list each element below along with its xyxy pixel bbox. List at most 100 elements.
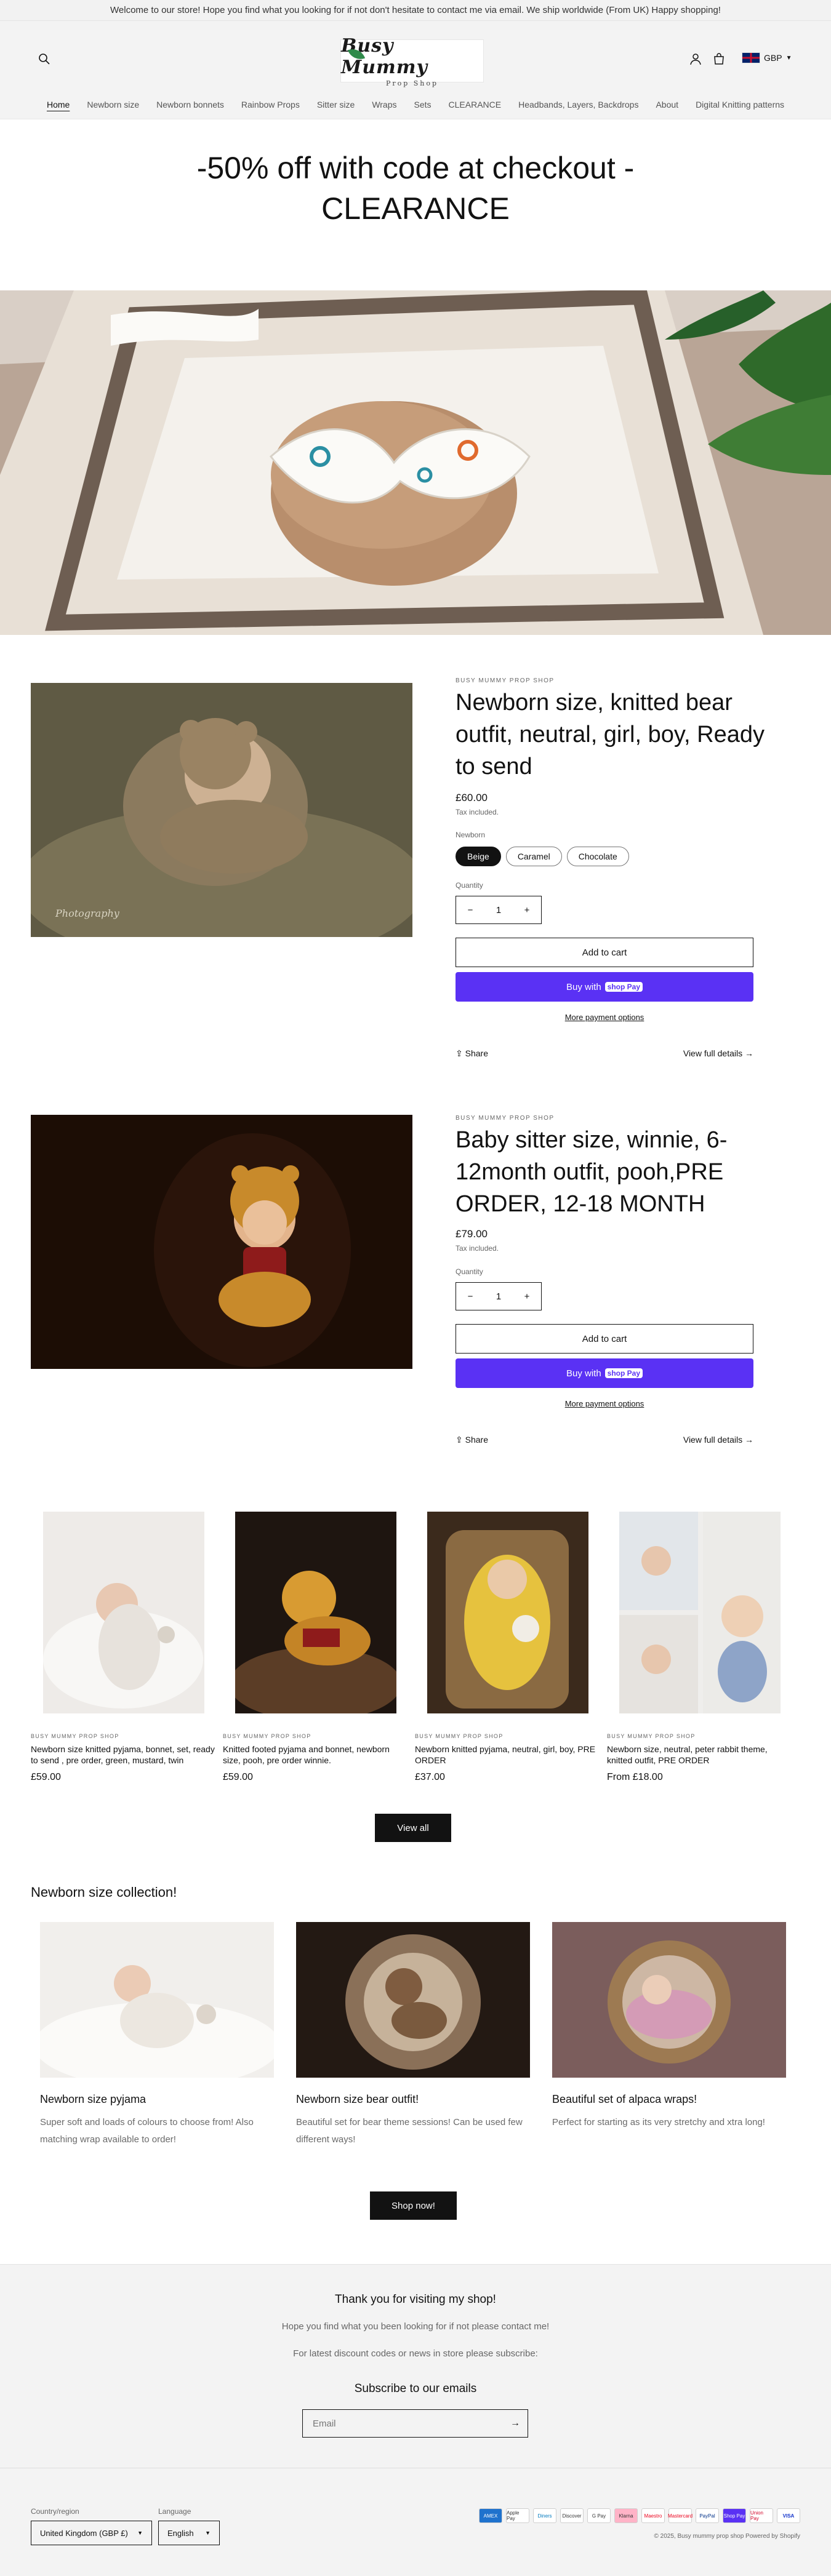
arrow-right-icon[interactable]: → bbox=[503, 2418, 528, 2429]
product-2-image[interactable] bbox=[31, 1115, 412, 1369]
klarna-icon: Klarna bbox=[614, 2508, 638, 2523]
email-input[interactable] bbox=[303, 2410, 503, 2437]
site-logo[interactable]: Busy Mummy Prop Shop bbox=[340, 35, 484, 87]
payment-icons: AMEX Apple Pay Diners Discover G Pay Kla… bbox=[440, 2508, 800, 2523]
chevron-down-icon: ▼ bbox=[137, 2530, 143, 2536]
nav-item-clearance[interactable]: CLEARANCE bbox=[440, 98, 510, 114]
product-1-vendor: BUSY MUMMY PROP SHOP bbox=[456, 677, 555, 684]
language-selector[interactable]: English ▼ bbox=[158, 2521, 220, 2545]
product-2-more-payment-link[interactable]: More payment options bbox=[456, 1399, 753, 1408]
view-all-button[interactable]: View all bbox=[375, 1814, 451, 1842]
buy-with-label: Buy with bbox=[566, 981, 601, 992]
maestro-icon: Maestro bbox=[641, 2508, 665, 2523]
product-2-quantity-value[interactable]: 1 bbox=[484, 1291, 513, 1302]
thanks-title: Thank you for visiting my shop! bbox=[335, 2293, 496, 2306]
grid-card-4-title[interactable]: Newborn size, neutral, peter rabbit them… bbox=[607, 1744, 792, 1766]
collection-3-title[interactable]: Beautiful set of alpaca wraps! bbox=[552, 2093, 697, 2106]
svg-text:Photography: Photography bbox=[55, 907, 120, 919]
option-chocolate[interactable]: Chocolate bbox=[566, 847, 629, 866]
plus-icon[interactable]: + bbox=[513, 905, 541, 915]
discover-icon: Discover bbox=[560, 2508, 584, 2523]
cart-icon[interactable] bbox=[712, 52, 726, 66]
product-1-view-details-link[interactable]: View full details → bbox=[683, 1048, 753, 1059]
product-1-share-button[interactable]: ⇪ Share bbox=[456, 1048, 488, 1059]
product-2-title: Baby sitter size, winnie, 6-12month outf… bbox=[456, 1127, 728, 1217]
product-1-quantity-value[interactable]: 1 bbox=[484, 905, 513, 915]
collection-2-title[interactable]: Newborn size bear outfit! bbox=[296, 2093, 419, 2106]
logo-sub: Prop Shop bbox=[385, 79, 439, 87]
account-icon[interactable] bbox=[688, 52, 703, 66]
nav-item-newborn-size[interactable]: Newborn size bbox=[78, 98, 148, 114]
announcement-bar: Welcome to our store! Hope you find what… bbox=[0, 0, 831, 21]
product-1-add-to-cart-button[interactable]: Add to cart bbox=[456, 938, 753, 967]
currency-selector[interactable]: GBP ▼ bbox=[742, 52, 792, 63]
option-beige[interactable]: Beige bbox=[456, 847, 501, 866]
product-2-price: £79.00 bbox=[456, 1228, 488, 1240]
product-2-tax: Tax included. bbox=[456, 1244, 499, 1253]
nav-item-home[interactable]: Home bbox=[38, 98, 78, 114]
product-2-view-details-link[interactable]: View full details → bbox=[683, 1435, 753, 1445]
option-caramel[interactable]: Caramel bbox=[505, 847, 562, 866]
grid-card-4-image[interactable] bbox=[619, 1512, 781, 1713]
language-label: Language bbox=[158, 2507, 191, 2516]
collection-3-image[interactable] bbox=[552, 1922, 786, 2078]
collection-heading: Newborn size collection! bbox=[31, 1884, 177, 1900]
thanks-line-2: For latest discount codes or news in sto… bbox=[293, 2348, 538, 2359]
product-1-image[interactable]: Photography bbox=[31, 683, 412, 937]
uk-flag-icon bbox=[742, 52, 760, 63]
product-2-quantity-label: Quantity bbox=[456, 1267, 483, 1276]
search-icon[interactable] bbox=[37, 52, 52, 66]
product-2-shop-pay-button[interactable]: Buy with shop Pay bbox=[456, 1358, 753, 1388]
view-details-label: View full details bbox=[683, 1435, 743, 1445]
grid-card-1-price: £59.00 bbox=[31, 1772, 61, 1782]
share-icon: ⇪ bbox=[456, 1435, 465, 1445]
plus-icon[interactable]: + bbox=[513, 1291, 541, 1302]
grid-card-1-image[interactable] bbox=[43, 1512, 204, 1713]
product-2-quantity-stepper[interactable]: − 1 + bbox=[456, 1282, 542, 1310]
announcement-text: Welcome to our store! Hope you find what… bbox=[110, 5, 721, 15]
product-1-share-row: ⇪ Share View full details → bbox=[456, 1048, 753, 1059]
shop-now-button[interactable]: Shop now! bbox=[370, 2191, 457, 2220]
copyright: © 2025, Busy mummy prop shop Powered by … bbox=[654, 2533, 801, 2540]
newsletter-title: Subscribe to our emails bbox=[354, 2382, 477, 2395]
share-label: Share bbox=[465, 1435, 488, 1445]
nav-item-newborn-bonnets[interactable]: Newborn bonnets bbox=[148, 98, 233, 114]
grid-card-2-vendor: BUSY MUMMY PROP SHOP bbox=[223, 1733, 311, 1739]
share-label: Share bbox=[465, 1048, 488, 1058]
nav-item-sitter-size[interactable]: Sitter size bbox=[308, 98, 363, 114]
nav-item-headbands[interactable]: Headbands, Layers, Backdrops bbox=[510, 98, 647, 114]
collection-1-image[interactable] bbox=[40, 1922, 274, 2078]
country-selector[interactable]: United Kingdom (GBP £) ▼ bbox=[31, 2521, 152, 2545]
product-1-quantity-stepper[interactable]: − 1 + bbox=[456, 896, 542, 924]
grid-card-2-title[interactable]: Knitted footed pyjama and bonnet, newbor… bbox=[223, 1744, 407, 1766]
product-2-share-button[interactable]: ⇪ Share bbox=[456, 1435, 488, 1445]
product-1-price: £60.00 bbox=[456, 792, 488, 804]
mastercard-icon: Mastercard bbox=[668, 2508, 692, 2523]
minus-icon[interactable]: − bbox=[456, 1291, 484, 1302]
grid-card-3-vendor: BUSY MUMMY PROP SHOP bbox=[415, 1733, 504, 1739]
promo-line-1: -50% off with code at checkout - bbox=[196, 151, 635, 185]
grid-card-3-image[interactable] bbox=[427, 1512, 588, 1713]
product-1-more-payment-link[interactable]: More payment options bbox=[456, 1013, 753, 1022]
arrow-right-icon: → bbox=[742, 1048, 753, 1058]
promo-banner: -50% off with code at checkout - CLEARAN… bbox=[0, 148, 831, 229]
product-1-shop-pay-button[interactable]: Buy with shop Pay bbox=[456, 972, 753, 1002]
collection-2-image[interactable] bbox=[296, 1922, 530, 2078]
grid-card-4-price: From £18.00 bbox=[607, 1772, 663, 1782]
google-pay-icon: G Pay bbox=[587, 2508, 611, 2523]
nav-item-sets[interactable]: Sets bbox=[406, 98, 440, 114]
main-nav: Home Newborn size Newborn bonnets Rainbo… bbox=[0, 98, 831, 114]
nav-item-rainbow-props[interactable]: Rainbow Props bbox=[233, 98, 308, 114]
nav-item-digital-patterns[interactable]: Digital Knitting patterns bbox=[687, 98, 793, 114]
grid-card-3-title[interactable]: Newborn knitted pyjama, neutral, girl, b… bbox=[415, 1744, 600, 1766]
product-2-add-to-cart-button[interactable]: Add to cart bbox=[456, 1324, 753, 1354]
grid-card-1-title[interactable]: Newborn size knitted pyjama, bonnet, set… bbox=[31, 1744, 215, 1766]
minus-icon[interactable]: − bbox=[456, 905, 484, 915]
collection-1-title[interactable]: Newborn size pyjama bbox=[40, 2093, 146, 2106]
grid-card-2-image[interactable] bbox=[235, 1512, 396, 1713]
nav-item-about[interactable]: About bbox=[647, 98, 687, 114]
grid-card-2-price: £59.00 bbox=[223, 1772, 253, 1782]
union-pay-icon: Union Pay bbox=[750, 2508, 773, 2523]
visa-icon: VISA bbox=[777, 2508, 800, 2523]
nav-item-wraps[interactable]: Wraps bbox=[363, 98, 405, 114]
